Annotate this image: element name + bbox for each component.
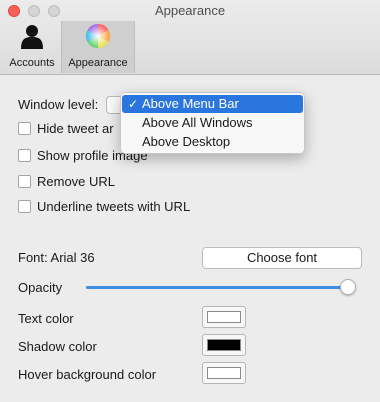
menu-item-above-menu-bar[interactable]: ✓ Above Menu Bar [122,95,303,113]
hover-background-color-well[interactable] [202,362,246,384]
shadow-color-label: Shadow color [18,339,97,354]
shadow-color-fill [207,339,241,351]
menu-item-label: Above All Windows [142,115,253,130]
window-title: Appearance [154,3,226,18]
text-color-label: Text color [18,311,74,326]
text-color-fill [207,311,241,323]
text-color-well[interactable] [202,306,246,328]
hover-background-color-fill [207,367,241,379]
menu-item-label: Above Desktop [142,134,231,149]
font-label: Font: Arial 36 [18,250,95,265]
menu-item-above-all-windows[interactable]: Above All Windows [122,114,303,132]
opacity-slider-track[interactable] [86,286,348,289]
show-profile-image-checkbox[interactable] [18,149,31,162]
toolbar-tab-appearance[interactable]: Appearance [61,21,135,73]
title-bar: Appearance Accounts Appearance [0,0,380,75]
preferences-window: Appearance Accounts Appearance Window le… [0,0,380,402]
hide-tweet-checkbox[interactable] [18,122,31,135]
opacity-slider-knob[interactable] [340,279,356,295]
hover-background-color-label: Hover background color [18,367,157,382]
window-level-menu: ✓ Above Menu Bar Above All Windows Above… [120,92,305,154]
toolbar-tab-accounts[interactable]: Accounts [4,21,60,73]
underline-tweets-label: Underline tweets with URL [37,199,191,214]
window-level-label: Window level: [18,97,99,112]
toolbar-label-accounts: Accounts [9,57,55,69]
remove-url-label: Remove URL [37,174,116,189]
underline-tweets-checkbox[interactable] [18,200,31,213]
toolbar-label-appearance: Appearance [68,57,128,69]
person-icon [21,25,43,49]
opacity-label: Opacity [18,280,63,295]
color-wheel-icon [85,23,111,48]
hide-tweet-label: Hide tweet ar [37,121,114,136]
shadow-color-well[interactable] [202,334,246,356]
menu-item-above-desktop[interactable]: Above Desktop [122,133,303,151]
menu-item-label: Above Menu Bar [142,96,239,111]
choose-font-button[interactable]: Choose font [202,247,362,269]
checkmark-icon: ✓ [128,97,139,111]
remove-url-checkbox[interactable] [18,175,31,188]
